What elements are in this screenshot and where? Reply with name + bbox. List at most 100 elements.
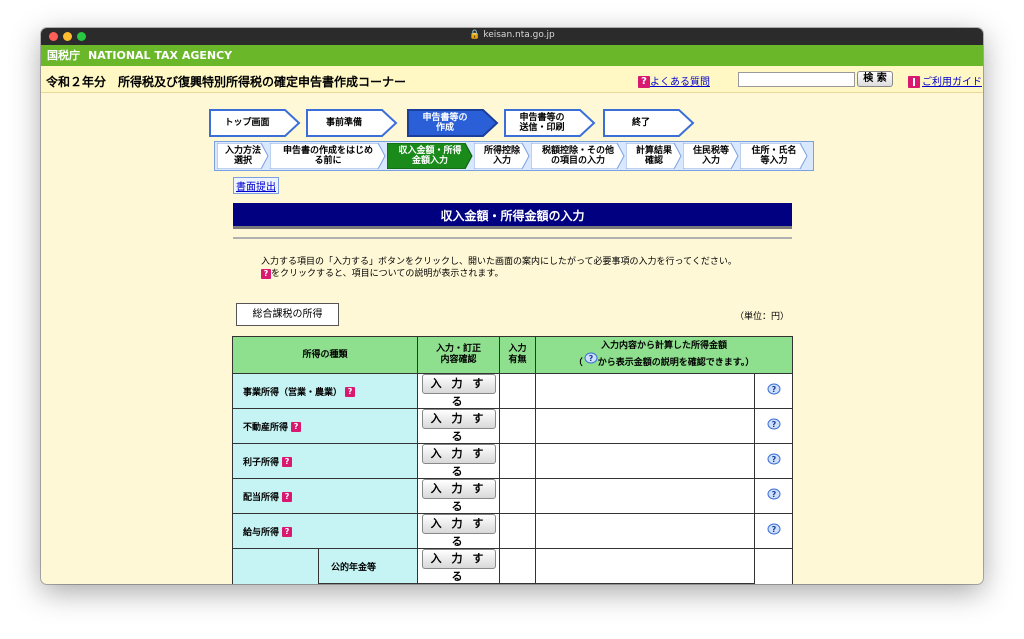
input-button[interactable]: 入 力 す る [421,409,496,443]
question-icon[interactable]: ? [291,422,302,432]
step-finish: 終了 [603,109,695,137]
help-balloon-icon[interactable]: ? [766,453,781,466]
input-flag-cell [499,408,536,444]
input-button[interactable]: 入 力 す る [421,444,496,478]
help-cell [754,548,793,584]
income-type-label: 不動産所得 [243,422,289,433]
help-balloon-icon[interactable]: ? [766,523,781,536]
substep-input-method: 入力方法 選択 [217,143,269,169]
question-icon[interactable]: ? [282,492,293,502]
table-row: 給与所得? 入 力 す る ? [232,513,793,549]
input-flag-cell [499,373,536,409]
substep-income-input: 収入金額・所得 金額入力 [387,143,473,169]
faq-link[interactable]: ? よくある質問 [638,73,710,88]
input-flag-cell [499,583,536,584]
substep-label: 入力方法 選択 [224,146,261,166]
table-row: 配当所得? 入 力 す る ? [232,478,793,514]
faq-label: よくある質問 [650,77,710,88]
question-icon: ? [261,268,271,279]
help-cell: ? [754,443,793,479]
income-type-label: 給与所得 [243,527,280,538]
input-button[interactable]: 入 力 す る [421,479,496,513]
main-content: トップ画面 事前準備 申告書等の 作成 申告書等の 送信・印刷 終了 入力方法 … [41,94,983,584]
substep-address-name: 住所・氏名 等入力 [740,143,808,169]
address-bar[interactable]: 🔒 keisan.nta.go.jp [41,30,983,40]
guide-link[interactable]: ご利用ガイド [908,73,982,88]
table-row: 利子所得? 入 力 す る ? [232,443,793,479]
header-calc-post: から表示金額の説明を確認できます。） [597,358,755,368]
income-subtype-cell: 公的年金等 [318,548,418,584]
unit-label: （単位：円） [735,312,790,322]
step-create-return: 申告書等の 作成 [407,109,499,137]
header-action: 入力・訂正 内容確認 [417,336,500,374]
header-calc-pre: （ [573,358,583,368]
agency-name[interactable]: NATIONAL TAX AGENCY [88,49,232,62]
step-preparation: 事前準備 [306,109,398,137]
step-send-print: 申告書等の 送信・印刷 [504,109,596,137]
page-header: 令和２年分 所得税及び復興特別所得税の確定申告書作成コーナー ? よくある質問 検… [41,66,983,93]
help-cell: ? [754,478,793,514]
input-flag-cell [499,513,536,549]
step-label: 事前準備 [325,118,362,128]
input-button[interactable]: 入 力 す る [421,549,496,583]
action-cell: 入 力 す る [417,478,500,514]
table-row: 不動産所得? 入 力 す る ? [232,408,793,444]
step-label: 申告書等の 作成 [422,113,468,133]
income-type-label: 配当所得 [243,492,280,503]
header-type: 所得の種類 [232,336,418,374]
header-calc-line1: 入力内容から計算した所得金額 [600,341,727,351]
substep-tax-credit: 税額控除・その他 の項目の入力 [531,143,625,169]
instructions: 入力する項目の「入力する」ボタンをクリックし、開いた画面の案内にしたがって必要事… [261,256,737,280]
table-row: 事業所得（営業・農業）? 入 力 す る ? [232,373,793,409]
step-label: 申告書等の 送信・印刷 [519,113,565,133]
calc-amount-cell [535,408,755,444]
question-icon[interactable]: ? [345,387,356,397]
search-input[interactable] [738,72,855,87]
step-top: トップ画面 [209,109,301,137]
table-header-row: 所得の種類 入力・訂正 内容確認 入力 有無 入力内容から計算した所得金額 （?… [232,336,793,374]
guide-label: ご利用ガイド [922,77,982,88]
substep-resident-tax: 住民税等 入力 [683,143,739,169]
progress-steps: トップ画面 事前準備 申告書等の 作成 申告書等の 送信・印刷 終了 [209,109,709,139]
browser-titlebar: 🔒 keisan.nta.go.jp [41,28,983,45]
agency-short-name[interactable]: 国税庁 [47,49,80,62]
income-type-cell: 配当所得? [232,478,418,514]
income-subtype-cell [318,583,418,584]
browser-window: 🔒 keisan.nta.go.jp 国税庁 NATIONAL TAX AGENC… [41,28,983,584]
search-button[interactable]: 検 索 [857,71,893,87]
income-type-cell: 事業所得（営業・農業）? [232,373,418,409]
page-title: 令和２年分 所得税及び復興特別所得税の確定申告書作成コーナー [46,75,407,89]
substep-before-start: 申告書の作成をはじめ る前に [270,143,386,169]
action-cell: 入 力 す る [417,548,500,584]
svg-text:?: ? [772,420,777,429]
table-row: 公的年金等 入 力 す る [232,548,793,584]
calc-amount-cell [535,548,755,584]
step-label: トップ画面 [224,118,270,128]
category-label: 総合課税の所得 [236,303,339,326]
help-balloon-icon[interactable]: ? [766,383,781,396]
income-type-cell: 給与所得? [232,513,418,549]
help-balloon-icon[interactable]: ? [766,418,781,431]
help-cell: ? [754,408,793,444]
substep-label: 収入金額・所得 金額入力 [398,146,462,166]
calc-amount-cell [535,443,755,479]
paper-submission-link[interactable]: 書面提出 [233,177,279,194]
help-cell: ? [754,513,793,549]
action-cell: 入 力 す る [417,373,500,409]
question-icon[interactable]: ? [282,457,293,467]
substep-label: 住民税等 入力 [692,146,729,166]
svg-text:?: ? [772,455,777,464]
input-button[interactable]: 入 力 す る [421,374,496,408]
url-text: keisan.nta.go.jp [483,30,555,40]
calc-amount-cell [535,513,755,549]
header-calc-line2: （? から表示金額の説明を確認できます。） [536,352,792,369]
help-balloon-icon[interactable]: ? [766,488,781,501]
question-icon[interactable]: ? [282,527,293,537]
input-flag-cell [499,478,536,514]
input-button[interactable]: 入 力 す る [421,514,496,548]
help-balloon-icon: ? [584,352,598,364]
substep-label: 所得控除 入力 [483,146,520,166]
instruction-text: をクリックすると、項目についての説明が表示されます。 [271,269,504,279]
lock-icon: 🔒 [469,30,481,40]
action-cell: 入 力 す る [417,513,500,549]
